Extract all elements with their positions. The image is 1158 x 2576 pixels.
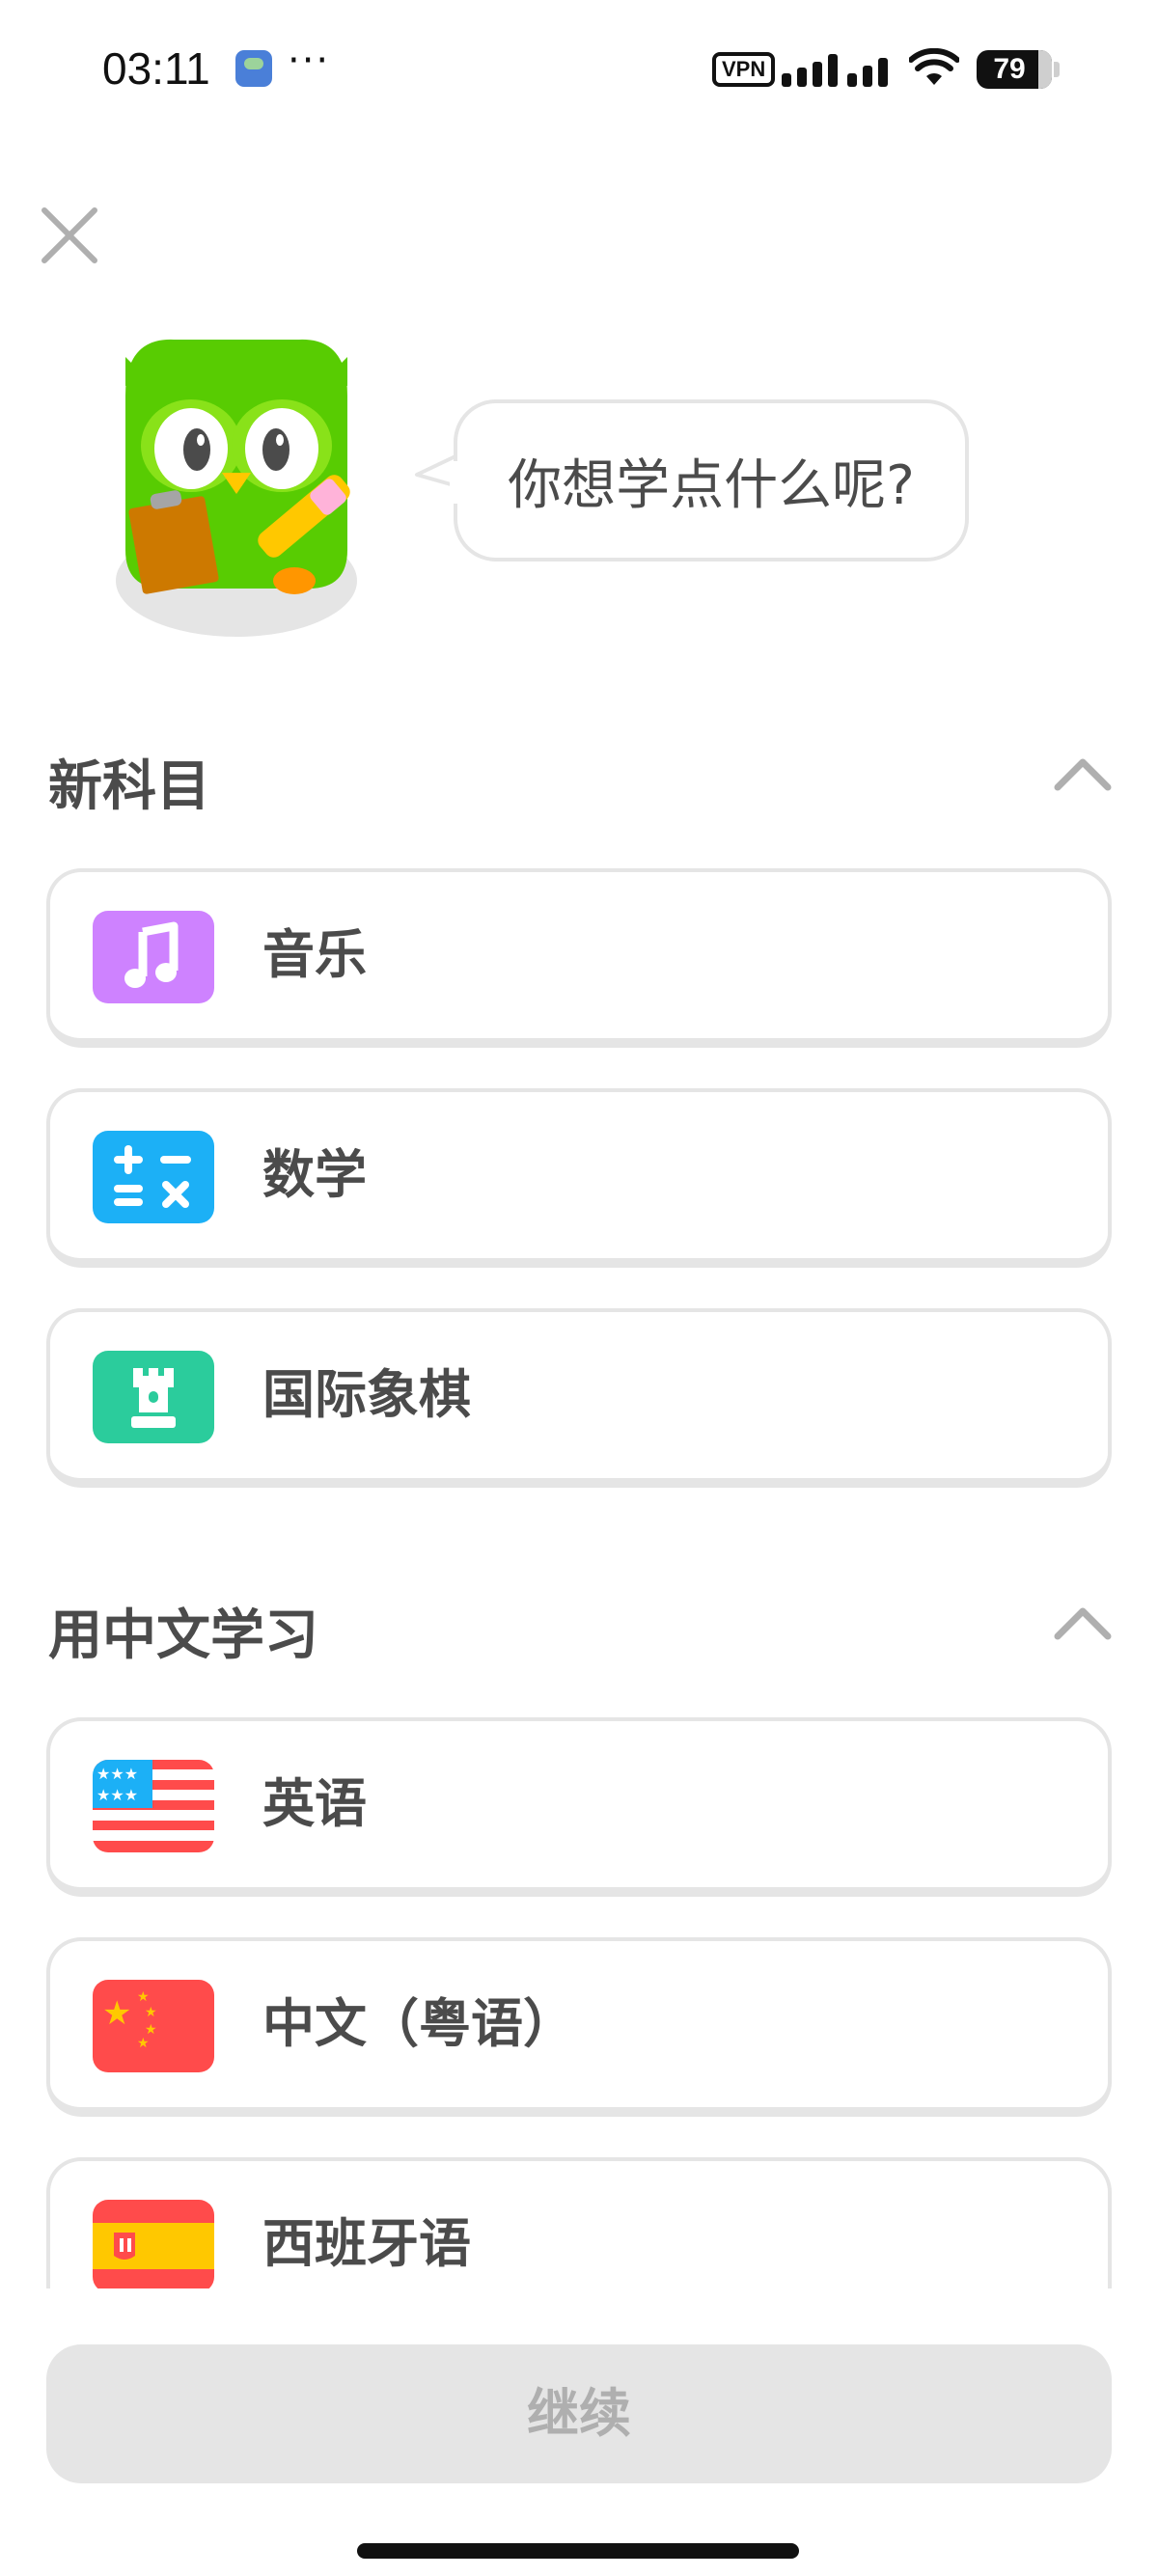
course-label: 数学 bbox=[262, 1144, 367, 1205]
music-note-icon bbox=[93, 911, 214, 1003]
close-icon[interactable] bbox=[39, 205, 100, 266]
course-option-english[interactable]: ★★★ ★★★ 英语 bbox=[46, 1717, 1112, 1897]
vpn-badge: VPN bbox=[712, 52, 776, 87]
chevron-up-icon[interactable] bbox=[1052, 1603, 1114, 1642]
chess-rook-icon bbox=[93, 1351, 214, 1443]
svg-text:★: ★ bbox=[145, 2005, 157, 2020]
spain-flag-icon bbox=[93, 2200, 214, 2292]
bubble-tail-mask bbox=[450, 461, 463, 504]
us-flag-icon: ★★★ ★★★ bbox=[93, 1760, 214, 1852]
svg-text:★: ★ bbox=[137, 1989, 150, 2005]
course-option-chess[interactable]: 国际象棋 bbox=[46, 1308, 1112, 1488]
more-notifications-icon: ··· bbox=[288, 39, 331, 83]
status-bar: 03:11 ··· VPN 79 bbox=[0, 0, 1158, 135]
battery-icon: 79 bbox=[977, 50, 1052, 89]
course-option-music[interactable]: 音乐 bbox=[46, 868, 1112, 1048]
course-label: 音乐 bbox=[262, 924, 367, 985]
svg-text:★★★: ★★★ bbox=[96, 1786, 138, 1804]
svg-text:★★★: ★★★ bbox=[96, 1765, 138, 1783]
svg-text:★: ★ bbox=[102, 1994, 131, 2033]
svg-text:★: ★ bbox=[137, 2036, 150, 2051]
course-option-math[interactable]: 数学 bbox=[46, 1088, 1112, 1268]
course-label: 国际象棋 bbox=[262, 1364, 471, 1425]
section-title-learn-in-chinese: 用中文学习 bbox=[48, 1604, 318, 1667]
wifi-icon bbox=[909, 48, 959, 85]
china-flag-icon: ★ ★ ★ ★ ★ bbox=[93, 1980, 214, 2072]
math-symbols-icon bbox=[93, 1131, 214, 1223]
course-option-cantonese[interactable]: ★ ★ ★ ★ ★ 中文（粤语） bbox=[46, 1937, 1112, 2117]
app-notification-icon bbox=[235, 50, 272, 87]
section-title-new-subjects: 新科目 bbox=[48, 755, 210, 818]
cellular-signal-icon bbox=[782, 48, 896, 87]
chevron-up-icon[interactable] bbox=[1052, 754, 1114, 793]
speech-bubble: 你想学点什么呢? bbox=[454, 399, 969, 562]
continue-button[interactable]: 继续 bbox=[46, 2344, 1112, 2483]
status-time: 03:11 bbox=[102, 43, 210, 94]
battery-tip bbox=[1054, 62, 1060, 77]
course-label: 中文（粤语） bbox=[262, 1993, 575, 2054]
course-label: 英语 bbox=[262, 1773, 367, 1834]
battery-level: 79 bbox=[993, 53, 1026, 85]
home-indicator[interactable] bbox=[357, 2543, 799, 2559]
owl-mascot-icon bbox=[116, 339, 357, 637]
